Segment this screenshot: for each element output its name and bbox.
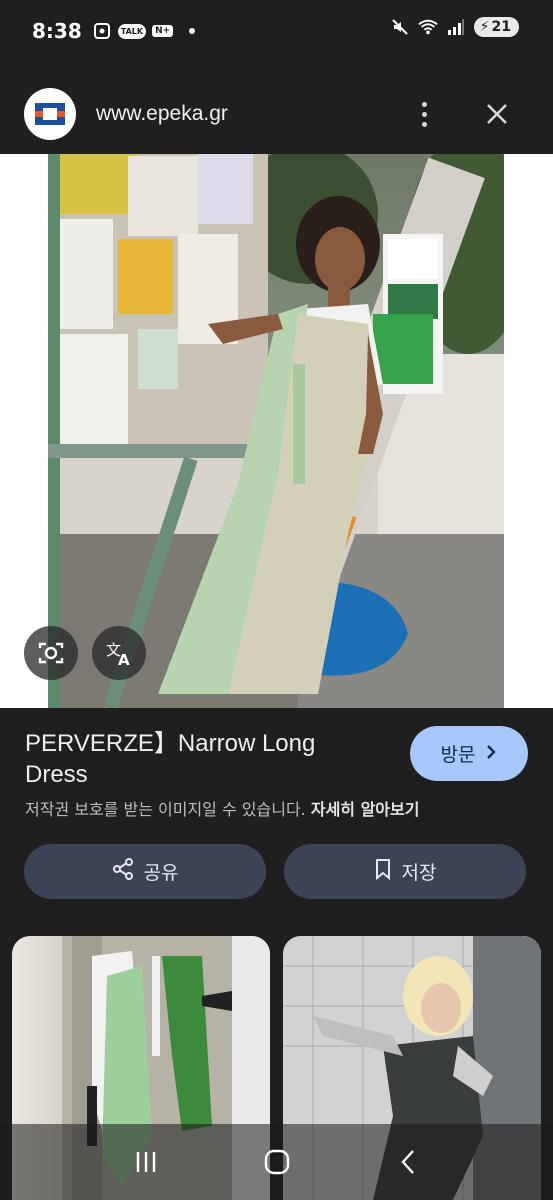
visit-button[interactable]: 방문 xyxy=(410,726,528,781)
source-url[interactable]: www.epeka.gr xyxy=(96,102,228,126)
status-time: 8:38 xyxy=(32,19,82,43)
image-info-panel: PERVERZE】Narrow Long Dress 방문 저작권 보호를 받는… xyxy=(0,708,553,928)
visit-label: 방문 xyxy=(440,744,476,766)
image-preview[interactable]: 文A xyxy=(0,154,553,708)
back-icon[interactable] xyxy=(388,1142,428,1182)
battery-indicator: ⚡ 21 xyxy=(473,17,519,37)
news-badge: N+ xyxy=(152,25,174,37)
learn-more-link[interactable]: 자세히 알아보기 xyxy=(311,800,420,819)
battery-charging-icon: ⚡ xyxy=(479,19,490,35)
save-label: 저장 xyxy=(401,862,437,884)
system-navigation-bar xyxy=(0,1124,553,1200)
battery-level: 21 xyxy=(491,19,511,35)
signal-icon xyxy=(446,17,466,37)
site-favicon xyxy=(24,88,76,140)
source-header: www.epeka.gr xyxy=(0,74,553,154)
mute-icon xyxy=(390,17,410,37)
save-button[interactable]: 저장 xyxy=(284,844,526,899)
product-photo xyxy=(48,154,504,708)
recents-icon[interactable] xyxy=(126,1142,166,1182)
screenshot-icon xyxy=(92,21,112,41)
talk-badge: TALK xyxy=(117,23,147,39)
close-icon[interactable] xyxy=(481,98,513,130)
wifi-icon xyxy=(418,17,438,37)
camera-lens-icon[interactable] xyxy=(24,626,78,680)
more-vert-icon[interactable] xyxy=(409,98,439,130)
status-bar: 8:38 TALK N+ ⚡ 21 xyxy=(0,0,553,62)
more-notifications-dot xyxy=(189,28,196,34)
notification-icons: TALK N+ xyxy=(92,21,196,41)
bookmark-icon xyxy=(374,858,392,885)
translate-icon[interactable]: 文A xyxy=(92,626,146,680)
share-icon xyxy=(112,858,134,885)
share-button[interactable]: 공유 xyxy=(24,844,266,899)
svg-text:A: A xyxy=(118,651,130,667)
copyright-text: 저작권 보호를 받는 이미지일 수 있습니다. xyxy=(25,800,306,819)
copyright-notice: 저작권 보호를 받는 이미지일 수 있습니다. 자세히 알아보기 xyxy=(25,796,419,820)
chevron-right-icon xyxy=(485,743,497,765)
system-status-icons: ⚡ 21 xyxy=(390,17,519,37)
share-label: 공유 xyxy=(143,862,179,884)
home-icon[interactable] xyxy=(257,1142,297,1182)
product-title[interactable]: PERVERZE】Narrow Long Dress xyxy=(25,728,365,790)
